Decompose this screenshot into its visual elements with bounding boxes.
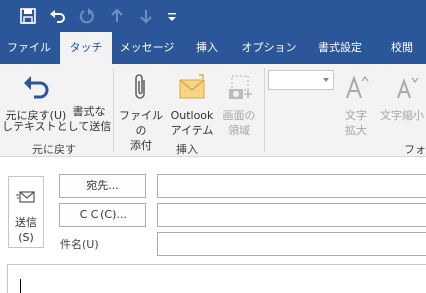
send-label-1: 送信	[15, 216, 37, 229]
ribbon: 元に戻す(U) 書式な しテキストとして送信 元に戻す ファイルの 添付 Out…	[0, 64, 426, 157]
group-divider	[264, 68, 265, 152]
tab-options[interactable]: オプション	[236, 32, 302, 64]
to-field[interactable]	[157, 174, 426, 198]
save-icon[interactable]	[19, 7, 37, 25]
group-label-undo: 元に戻す	[32, 143, 76, 156]
font-dropdown[interactable]	[268, 70, 334, 90]
ribbon-tabs: ファイル タッチ メッセージ 挿入 オプション 書式設定 校閲	[0, 32, 426, 64]
shrink-font-label: 文字縮小	[380, 109, 424, 122]
tab-file[interactable]: ファイル	[4, 32, 54, 64]
plain-text-send-button-top[interactable]: 書式な	[70, 68, 108, 119]
plain-text-label-top: 書式な	[72, 105, 106, 118]
screen-region-label-2: 領域	[228, 124, 250, 137]
tab-message[interactable]: メッセージ	[114, 32, 180, 64]
screen-region-label-1: 画面の	[222, 109, 256, 122]
send-label-2: (S)	[18, 231, 34, 244]
send-label: 送信 (S)	[9, 215, 43, 245]
group-label-insert: 挿入	[176, 143, 198, 156]
customize-toolbar-icon[interactable]	[166, 7, 178, 25]
chevron-down-icon	[323, 78, 329, 82]
quick-access-toolbar	[0, 0, 426, 32]
send-envelope-icon	[16, 187, 36, 207]
tab-touch[interactable]: タッチ	[60, 32, 112, 64]
outlook-item-label-2: アイテム	[170, 124, 214, 137]
cc-field[interactable]	[157, 203, 426, 227]
send-button[interactable]: 送信 (S)	[8, 176, 44, 248]
grow-font-label-2: 拡大	[345, 124, 367, 137]
outlook-item-label-1: Outlook	[170, 109, 214, 122]
outlook-item-button[interactable]: Outlook アイテム	[166, 68, 218, 138]
attach-file-label-1: ファイルの	[119, 109, 163, 137]
attach-file-label-2: 添付	[130, 139, 152, 152]
attach-file-button[interactable]: ファイルの 添付	[116, 68, 166, 153]
compose-form: 送信 (S) 宛先... ＣＣ(C)... 件名(U)	[0, 158, 426, 293]
camera-icon	[224, 72, 254, 102]
arrow-up-icon[interactable]	[108, 7, 126, 25]
group-divider	[113, 68, 114, 152]
envelope-icon	[177, 72, 207, 102]
undo-icon[interactable]	[49, 7, 67, 25]
subject-field[interactable]	[157, 232, 426, 256]
shrink-font-icon	[392, 72, 422, 102]
grow-font-button[interactable]: 文字 拡大	[338, 68, 374, 138]
screen-region-button[interactable]: 画面の 領域	[218, 68, 260, 138]
paperclip-icon	[126, 72, 156, 102]
group-label-font: フォン	[404, 143, 426, 156]
tab-format-text[interactable]: 書式設定	[308, 32, 372, 64]
grow-font-label-1: 文字	[345, 109, 367, 122]
undo-button[interactable]: 元に戻す(U)	[2, 68, 70, 123]
outlook-compose-window: ファイル タッチ メッセージ 挿入 オプション 書式設定 校閲 元に戻す(U) …	[0, 0, 426, 293]
message-body[interactable]	[7, 264, 426, 293]
grow-font-icon	[341, 72, 371, 102]
tab-review[interactable]: 校閲	[378, 32, 426, 64]
subject-label: 件名(U)	[60, 238, 99, 251]
cc-button[interactable]: ＣＣ(C)...	[59, 203, 146, 227]
shrink-font-button[interactable]: 文字縮小	[376, 68, 426, 123]
redo-icon[interactable]	[78, 7, 96, 25]
to-button[interactable]: 宛先...	[59, 174, 146, 198]
undo-large-icon	[21, 72, 51, 102]
text-caret	[20, 279, 21, 293]
tab-insert[interactable]: 挿入	[184, 32, 230, 64]
plain-text-label-bottom[interactable]: しテキストとして送信	[2, 119, 111, 134]
arrow-down-icon[interactable]	[137, 7, 155, 25]
